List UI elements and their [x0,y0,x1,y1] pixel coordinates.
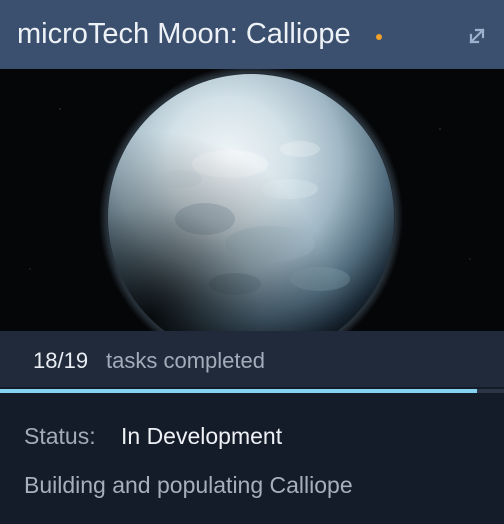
card-header: microTech Moon: Calliope [0,0,504,69]
task-count-label: tasks completed [106,348,265,373]
status-label: Status: [24,423,96,449]
project-card: microTech Moon: Calliope 18/19 tasks com… [0,0,504,524]
moon-image [0,69,504,331]
card-title: microTech Moon: Calliope [17,18,351,50]
status-value: In Development [121,423,283,449]
card-details: Status: In Development Building and popu… [0,393,504,524]
expand-icon[interactable] [467,26,487,46]
task-progress-row: 18/19 tasks completed [0,331,504,387]
expand-icon-graphic [469,28,485,44]
moon-calliope-illustration [0,69,504,331]
status-indicator-dot [376,34,382,40]
project-description: Building and populating Calliope [24,472,353,498]
task-count: 18/19 [33,348,89,373]
